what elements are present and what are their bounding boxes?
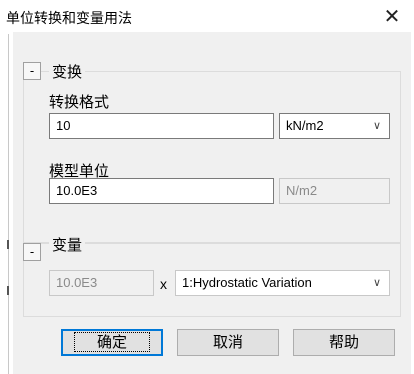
window-border	[8, 34, 9, 374]
format-unit-select[interactable]: kN/m2 ∨	[279, 113, 390, 139]
cancel-button[interactable]: 取消	[177, 329, 279, 356]
conversion-collapse-button[interactable]: -	[23, 62, 41, 80]
edge-marker	[7, 240, 9, 249]
ok-button-label: 确定	[73, 332, 150, 352]
variation-value: 1:Hydrostatic Variation	[182, 275, 312, 290]
variation-select[interactable]: 1:Hydrostatic Variation ∨	[175, 270, 390, 296]
variable-value-input: 10.0E3	[49, 270, 154, 296]
chevron-down-icon: ∨	[372, 277, 381, 289]
dialog-panel: - 变换 转换格式 10 kN/m2 ∨ 模型单位 10.0E3 N/m2 - …	[13, 32, 411, 374]
title-bar: 单位转换和变量用法 ✕	[0, 0, 414, 32]
help-button[interactable]: 帮助	[293, 329, 395, 356]
edge-marker	[7, 286, 9, 295]
close-icon[interactable]: ✕	[378, 3, 406, 29]
format-label: 转换格式	[49, 93, 110, 111]
format-input[interactable]: 10	[49, 113, 274, 139]
model-unit-input[interactable]: 10.0E3	[49, 178, 274, 204]
multiply-label: x	[160, 276, 167, 292]
chevron-down-icon: ∨	[372, 120, 381, 132]
conversion-group-title: 变换	[49, 61, 86, 82]
window-title: 单位转换和变量用法	[6, 11, 132, 27]
ok-button[interactable]: 确定	[61, 329, 163, 356]
format-unit-value: kN/m2	[286, 118, 324, 133]
variable-collapse-button[interactable]: -	[23, 243, 41, 261]
variable-group-title: 变量	[49, 234, 86, 255]
model-unit-unit: N/m2	[279, 178, 390, 204]
